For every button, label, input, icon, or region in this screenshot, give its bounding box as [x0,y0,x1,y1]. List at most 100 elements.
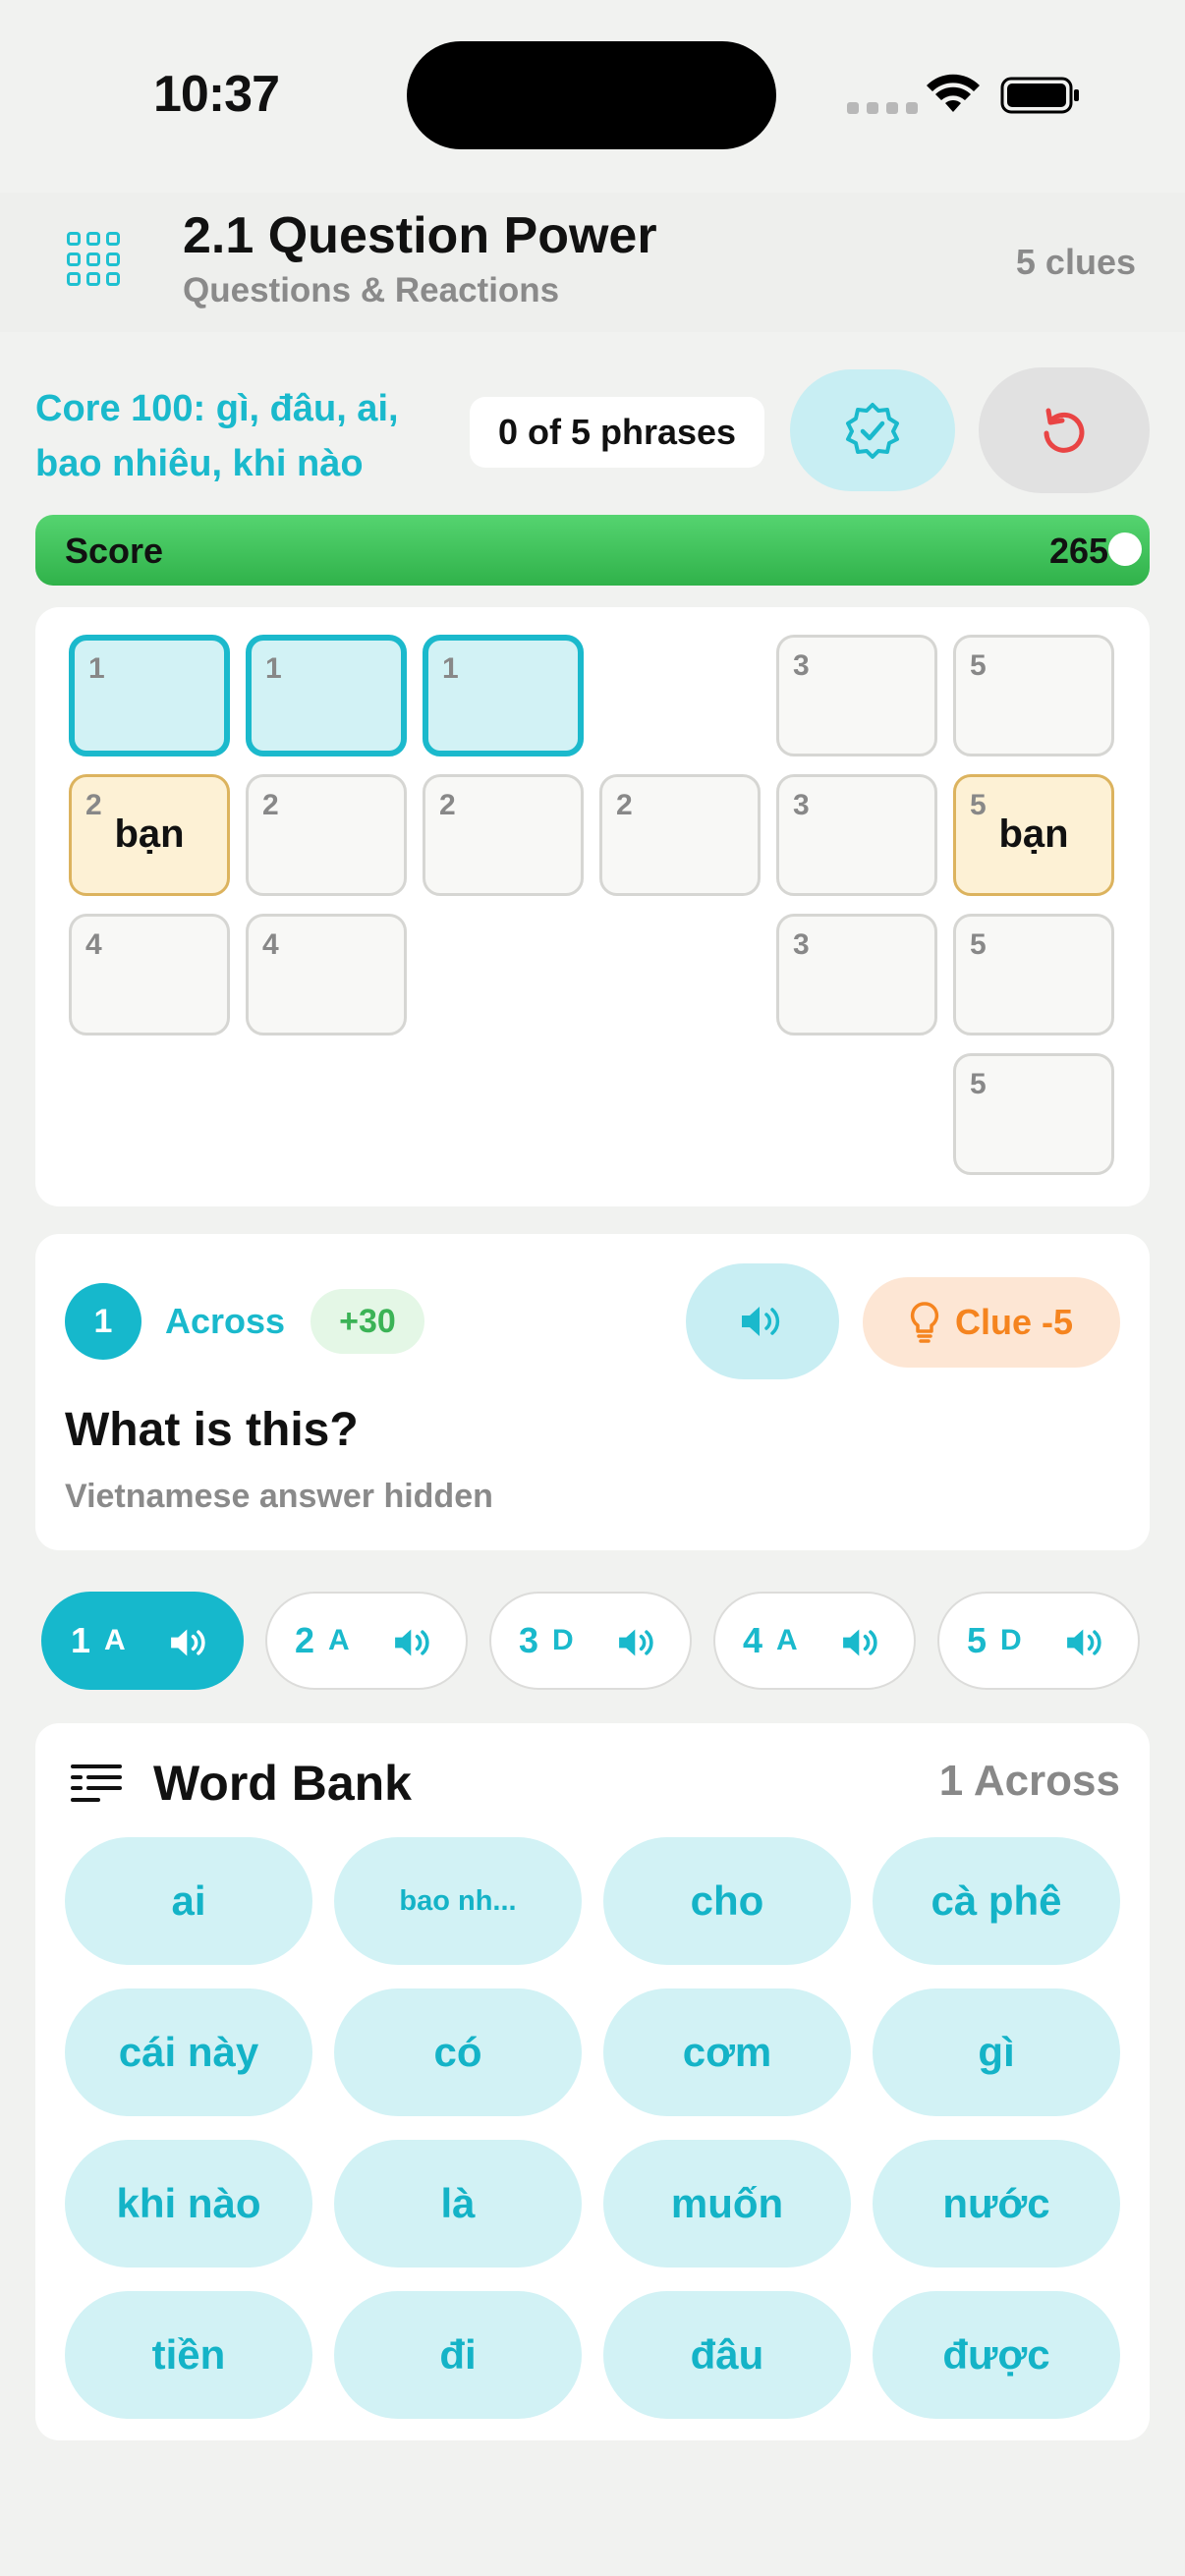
clue-tab-5[interactable]: 5D [937,1592,1140,1690]
cell-number: 4 [262,928,279,961]
cell-number: 1 [265,652,282,685]
word-chip[interactable]: bao nh... [334,1837,582,1965]
grid-cell[interactable]: 5 [953,914,1114,1036]
grid-cell[interactable]: 4 [246,914,407,1036]
grid-menu-icon[interactable] [67,232,122,287]
cell-letter: bạn [998,812,1069,856]
grid-cell[interactable]: 2 [599,774,761,896]
speaker-icon[interactable] [167,1625,212,1660]
check-button[interactable] [790,369,955,491]
grid-cell[interactable]: 2 bạn [69,774,230,896]
clue-count: 5 clues [1015,242,1136,282]
word-chip[interactable]: nước [873,2140,1120,2268]
grid-cell[interactable]: 1 [423,635,584,756]
tab-direction: D [552,1624,574,1656]
tab-direction: A [776,1624,798,1656]
score-label: Score [65,531,164,571]
word-chip[interactable]: cho [603,1837,851,1965]
tab-direction: A [328,1624,350,1656]
reset-icon [1044,408,1085,453]
speaker-icon[interactable] [391,1625,436,1660]
clue-tab-1[interactable]: 1A [41,1592,244,1690]
grid-cell[interactable]: 3 [776,635,937,756]
clue-number-badge: 1 [65,1283,141,1360]
cell-letter: bạn [114,812,185,856]
wifi-icon [927,74,980,112]
page-title: 2.1 Question Power [183,207,657,264]
phrases-progress: 0 of 5 phrases [470,397,764,468]
word-chip[interactable]: có [334,1988,582,2116]
signal-icon [847,102,918,114]
cell-number: 5 [970,649,987,682]
core-words-label: Core 100: gì, đâu, ai, bao nhiêu, khi nà… [35,388,399,484]
grid-cell[interactable]: 3 [776,774,937,896]
cell-number: 4 [85,928,102,961]
word-bank-target: 1 Across [938,1757,1120,1805]
tab-number: 3 [519,1620,539,1660]
battery-icon [1000,77,1079,114]
cell-number: 2 [616,789,633,821]
clue-tab-4[interactable]: 4A [713,1592,916,1690]
tab-number: 2 [295,1620,315,1660]
speaker-icon[interactable] [839,1625,884,1660]
grid-cell[interactable]: 1 [69,635,230,756]
word-chip[interactable]: cơm [603,1988,851,2116]
score-bar [35,515,1150,586]
word-chip[interactable]: đi [334,2291,582,2419]
tab-number: 5 [967,1620,988,1660]
clue-tab-3[interactable]: 3D [489,1592,692,1690]
word-chip[interactable]: cái này [65,1988,312,2116]
cell-number: 5 [970,1068,987,1100]
grid-cell[interactable]: 2 [423,774,584,896]
cell-number: 3 [793,649,810,682]
cell-number: 2 [439,789,456,821]
word-chip[interactable]: là [334,2140,582,2268]
clue-question: What is this? [65,1404,359,1456]
tab-number: 1 [71,1620,91,1660]
grid-cell[interactable]: 4 [69,914,230,1036]
dynamic-island [407,41,776,149]
word-chip[interactable]: muốn [603,2140,851,2268]
reveal-clue-button[interactable]: Clue -5 [863,1277,1120,1368]
clue-points-badge: +30 [310,1289,424,1354]
word-chip[interactable]: gì [873,1988,1120,2116]
grid-cell[interactable]: 3 [776,914,937,1036]
speaker-icon[interactable] [1063,1625,1108,1660]
cell-number: 1 [88,652,105,685]
score-value: 265 [1049,531,1109,571]
word-chip[interactable]: khi nào [65,2140,312,2268]
tab-direction: A [104,1624,126,1656]
word-chip[interactable]: đâu [603,2291,851,2419]
lightbulb-icon [910,1302,939,1343]
play-audio-button[interactable] [686,1263,839,1379]
word-chip[interactable]: cà phê [873,1837,1120,1965]
word-chip[interactable]: ai [65,1837,312,1965]
grid-cell[interactable]: 2 [246,774,407,896]
word-bank-title: Word Bank [153,1756,412,1811]
cell-number: 2 [262,789,279,821]
reveal-clue-label: Clue -5 [954,1302,1074,1342]
check-badge-icon [846,403,899,459]
tab-number: 4 [743,1620,763,1660]
speaker-icon [742,1307,780,1336]
list-icon [71,1764,122,1802]
score-knob [1108,532,1142,566]
tab-direction: D [1000,1624,1022,1656]
grid-cell[interactable]: 5 [953,635,1114,756]
answer-hint: Vietnamese answer hidden [65,1478,493,1515]
cell-number: 1 [442,652,459,685]
cell-number: 5 [970,928,987,961]
cell-number: 3 [793,928,810,961]
page-subtitle: Questions & Reactions [183,271,560,309]
grid-cell[interactable]: 1 [246,635,407,756]
grid-cell[interactable]: 5 bạn [953,774,1114,896]
speaker-icon[interactable] [615,1625,660,1660]
word-chip[interactable]: tiền [65,2291,312,2419]
grid-cell[interactable]: 5 [953,1053,1114,1175]
reset-button[interactable] [979,367,1150,493]
clue-tab-2[interactable]: 2A [265,1592,468,1690]
cell-number: 3 [793,789,810,821]
word-chip[interactable]: được [873,2291,1120,2419]
status-time: 10:37 [153,66,280,123]
clue-direction: Across [165,1301,286,1341]
